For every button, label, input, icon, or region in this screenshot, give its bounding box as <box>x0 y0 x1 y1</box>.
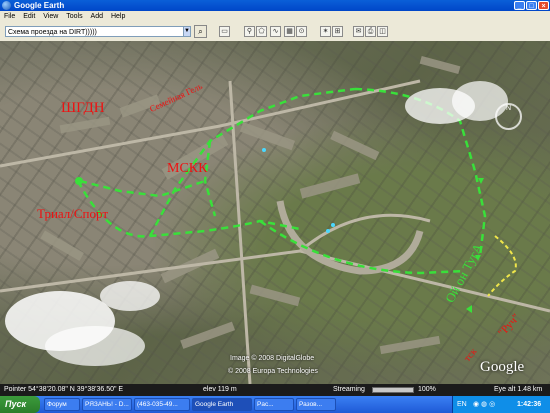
magnifier-icon: ⌕ <box>198 27 203 36</box>
path-icon[interactable]: ∿ <box>270 26 281 37</box>
task-pac[interactable]: Pac... <box>254 398 294 411</box>
compass-north-label: N <box>505 105 512 112</box>
europa-credit: © 2008 Europa Technologies <box>228 368 318 375</box>
window-title: Google Earth <box>14 1 65 10</box>
task-icq[interactable]: (463-035-49... <box>134 398 190 411</box>
clock: 1:42:36 <box>517 401 542 408</box>
language-indicator[interactable]: EN <box>457 396 467 413</box>
start-button[interactable]: Пуск <box>0 396 40 413</box>
pointer-coordinates: Pointer 54°38'20.08" N 39°38'36.50" E <box>4 386 124 393</box>
window-controls: _ □ × <box>514 1 549 10</box>
status-bar: Pointer 54°38'20.08" N 39°38'36.50" E el… <box>0 384 550 396</box>
menu-view[interactable]: View <box>43 13 58 20</box>
close-button[interactable]: × <box>538 1 549 10</box>
google-earth-icon <box>2 1 11 10</box>
curved-building <box>276 200 424 275</box>
tray-icons: ◉ ◍ ◎ <box>473 401 496 408</box>
navigation-compass[interactable]: N <box>495 103 522 130</box>
minimize-button[interactable]: _ <box>514 1 525 10</box>
start-marker[interactable] <box>75 177 83 185</box>
title-bar: Google Earth _ □ × <box>0 0 550 11</box>
email-icon[interactable]: ✉ <box>353 26 364 37</box>
dirt-track <box>487 235 517 297</box>
google-logo: Google <box>480 359 525 375</box>
sidebar-toggle-icon[interactable]: ▭ <box>219 26 230 37</box>
maximize-button[interactable]: □ <box>526 1 537 10</box>
streaming-percent: 100% <box>418 386 436 393</box>
toolbar: Схема проезда на DIRT))))) ▼ ⌕ ▭ ⚲ ⬠ ∿ ▦… <box>0 22 550 42</box>
map-view[interactable]: ШГДН Семейная Гель МСКК Триал/Спорт Ой о… <box>0 41 550 384</box>
search-button[interactable]: ⌕ <box>194 25 207 38</box>
polygon-icon[interactable]: ⬠ <box>256 26 267 37</box>
menu-edit[interactable]: Edit <box>23 13 35 20</box>
search-input[interactable]: Схема проезда на DIRT))))) <box>5 26 184 37</box>
menu-file[interactable]: File <box>4 13 15 20</box>
label-trial: Триал/Спорт <box>37 206 109 221</box>
eye-altitude: Eye alt 1.48 km <box>494 386 543 393</box>
streaming-progress <box>372 387 414 393</box>
ruler-icon[interactable]: ⊞ <box>332 26 343 37</box>
placemark-icon[interactable]: ⚲ <box>244 26 255 37</box>
menu-tools[interactable]: Tools <box>66 13 82 20</box>
image-overlay-icon[interactable]: ▦ <box>284 26 295 37</box>
menu-add[interactable]: Add <box>91 13 103 20</box>
system-tray: EN ◉ ◍ ◎ 1:42:36 <box>452 396 550 413</box>
view-in-maps-icon[interactable]: ◫ <box>377 26 388 37</box>
task-ryazan[interactable]: РЯЗАНЬ! - D... <box>82 398 132 411</box>
menu-help[interactable]: Help <box>111 13 125 20</box>
task-razov[interactable]: Разов... <box>296 398 336 411</box>
print-icon[interactable]: ⎙ <box>365 26 376 37</box>
task-forum[interactable]: Форум <box>44 398 80 411</box>
streaming-fill <box>373 388 413 392</box>
search-dropdown-button[interactable]: ▼ <box>183 26 191 37</box>
sky-icon[interactable]: ✶ <box>320 26 331 37</box>
image-credit: Image © 2008 DigitalGlobe <box>230 355 315 362</box>
taskbar: Пуск Форум РЯЗАНЬ! - D... (463-035-49...… <box>0 396 550 413</box>
streaming-label: Streaming <box>333 386 365 393</box>
elevation: elev 119 m <box>203 386 237 393</box>
label-mskk: МСКК <box>167 161 208 176</box>
menu-bar: File Edit View Tools Add Help <box>0 11 550 22</box>
task-google-earth[interactable]: Google Earth <box>192 398 252 411</box>
record-tour-icon[interactable]: ⊙ <box>296 26 307 37</box>
label-shsh: ШГДН <box>61 100 105 116</box>
